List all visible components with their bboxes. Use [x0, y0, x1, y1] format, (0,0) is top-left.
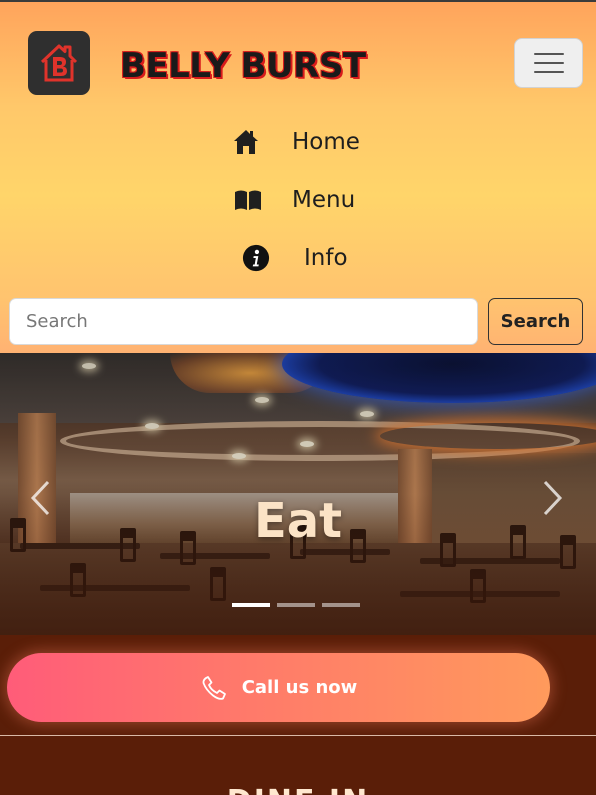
call-us-button[interactable]: Call us now	[7, 653, 550, 722]
section-heading: DINE IN	[0, 784, 596, 795]
search-input[interactable]	[9, 298, 478, 345]
carousel-prev-button[interactable]	[20, 473, 60, 523]
hamburger-icon-bar	[533, 62, 564, 64]
brand-logo[interactable]	[28, 31, 90, 95]
carousel-next-button[interactable]	[533, 473, 573, 523]
navbar: BELLY BURST Home Menu Info Search	[0, 2, 596, 353]
nav-item-label: Info	[304, 245, 348, 271]
chevron-right-icon	[543, 480, 563, 516]
nav-item-label: Menu	[292, 187, 356, 213]
dine-in-section: DINE IN	[0, 736, 596, 795]
hamburger-icon-bar	[533, 53, 564, 55]
hamburger-icon-bar	[533, 71, 564, 73]
book-icon	[234, 186, 262, 214]
hero-carousel: Eat	[0, 353, 596, 635]
chevron-left-icon	[30, 480, 50, 516]
navbar-toggle-button[interactable]	[514, 38, 583, 88]
nav-item-info[interactable]: Info	[242, 238, 348, 278]
brand-name[interactable]: BELLY BURST	[120, 46, 366, 86]
home-icon	[232, 128, 260, 156]
call-us-label: Call us now	[241, 677, 358, 698]
nav-item-menu[interactable]: Menu	[234, 180, 355, 220]
info-icon	[242, 244, 270, 272]
search-button[interactable]: Search	[488, 298, 583, 345]
carousel-caption: Eat	[253, 493, 343, 549]
carousel-indicators	[232, 603, 360, 607]
phone-icon	[202, 675, 226, 700]
carousel-indicator-2[interactable]	[277, 603, 315, 607]
carousel-indicator-1[interactable]	[232, 603, 270, 607]
nav-item-label: Home	[292, 129, 360, 155]
carousel-indicator-3[interactable]	[322, 603, 360, 607]
nav-item-home[interactable]: Home	[232, 122, 360, 162]
house-b-logo-icon	[40, 44, 78, 82]
